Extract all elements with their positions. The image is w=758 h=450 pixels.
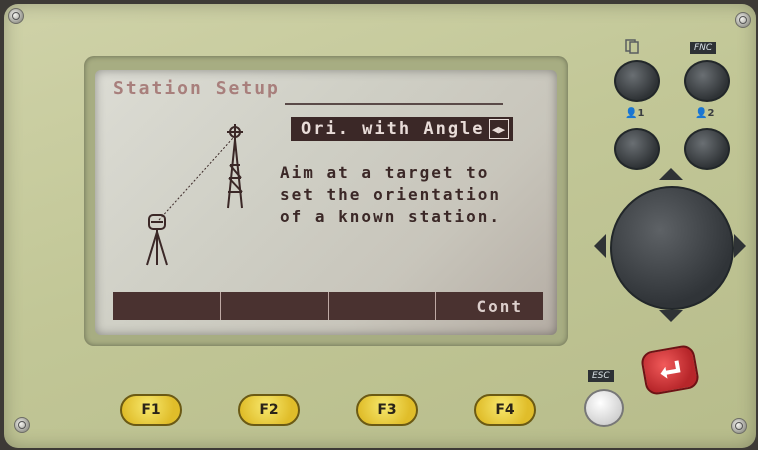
- screw-bottom-right: [731, 418, 747, 434]
- user-icon: 👤: [625, 108, 638, 119]
- softkey-bar: Cont: [113, 292, 543, 320]
- user2-button[interactable]: [684, 128, 730, 170]
- orientation-mode-selector[interactable]: Ori. with Angle ◀▶: [291, 117, 513, 141]
- instruction-message: Aim at a target to set the orientation o…: [280, 162, 501, 228]
- navigation-pad[interactable]: [610, 186, 734, 310]
- line-of-sight: [158, 137, 234, 221]
- user-icon: 👤: [695, 108, 708, 119]
- user1-label: 👤1: [625, 108, 645, 119]
- esc-label: ESC: [588, 370, 614, 382]
- arrow-right-icon[interactable]: [734, 234, 746, 258]
- f3-key[interactable]: F3: [356, 394, 418, 426]
- user1-button[interactable]: [614, 128, 660, 170]
- target-tower-icon: [227, 124, 243, 209]
- left-right-arrows-icon: ◀▶: [488, 119, 509, 139]
- message-line-3: of a known station.: [280, 207, 502, 226]
- softkey-cont[interactable]: Cont: [435, 292, 543, 320]
- orientation-mode-label: Ori. with Angle: [301, 119, 485, 139]
- page-button[interactable]: [614, 60, 660, 102]
- enter-icon: [660, 360, 681, 379]
- orientation-illustration: [146, 124, 243, 266]
- softkey-3[interactable]: [327, 292, 436, 320]
- fnc-button[interactable]: [684, 60, 730, 102]
- softkey-2[interactable]: [219, 292, 328, 320]
- f4-key[interactable]: F4: [474, 394, 536, 426]
- arrow-up-icon[interactable]: [659, 168, 683, 180]
- page-icon: [625, 39, 639, 54]
- screen-title: Station Setup: [113, 78, 280, 99]
- instrument-icon: [146, 214, 168, 266]
- user2-label: 👤2: [695, 108, 715, 119]
- message-line-1: Aim at a target to: [280, 163, 490, 182]
- lcd-screen: Station Setup Ori. with Angle ◀▶ Aim at …: [95, 70, 557, 335]
- message-line-2: set the orientation: [280, 185, 502, 204]
- f2-key[interactable]: F2: [238, 394, 300, 426]
- screw-top-left: [8, 8, 24, 24]
- fnc-label: FNC: [690, 42, 717, 54]
- title-underline: [285, 103, 503, 105]
- f1-key[interactable]: F1: [120, 394, 182, 426]
- softkey-1[interactable]: [113, 292, 220, 320]
- screw-bottom-left: [14, 417, 30, 433]
- arrow-left-icon[interactable]: [594, 234, 606, 258]
- arrow-down-icon[interactable]: [659, 310, 683, 322]
- esc-button[interactable]: [584, 389, 624, 427]
- screw-top-right: [735, 12, 751, 28]
